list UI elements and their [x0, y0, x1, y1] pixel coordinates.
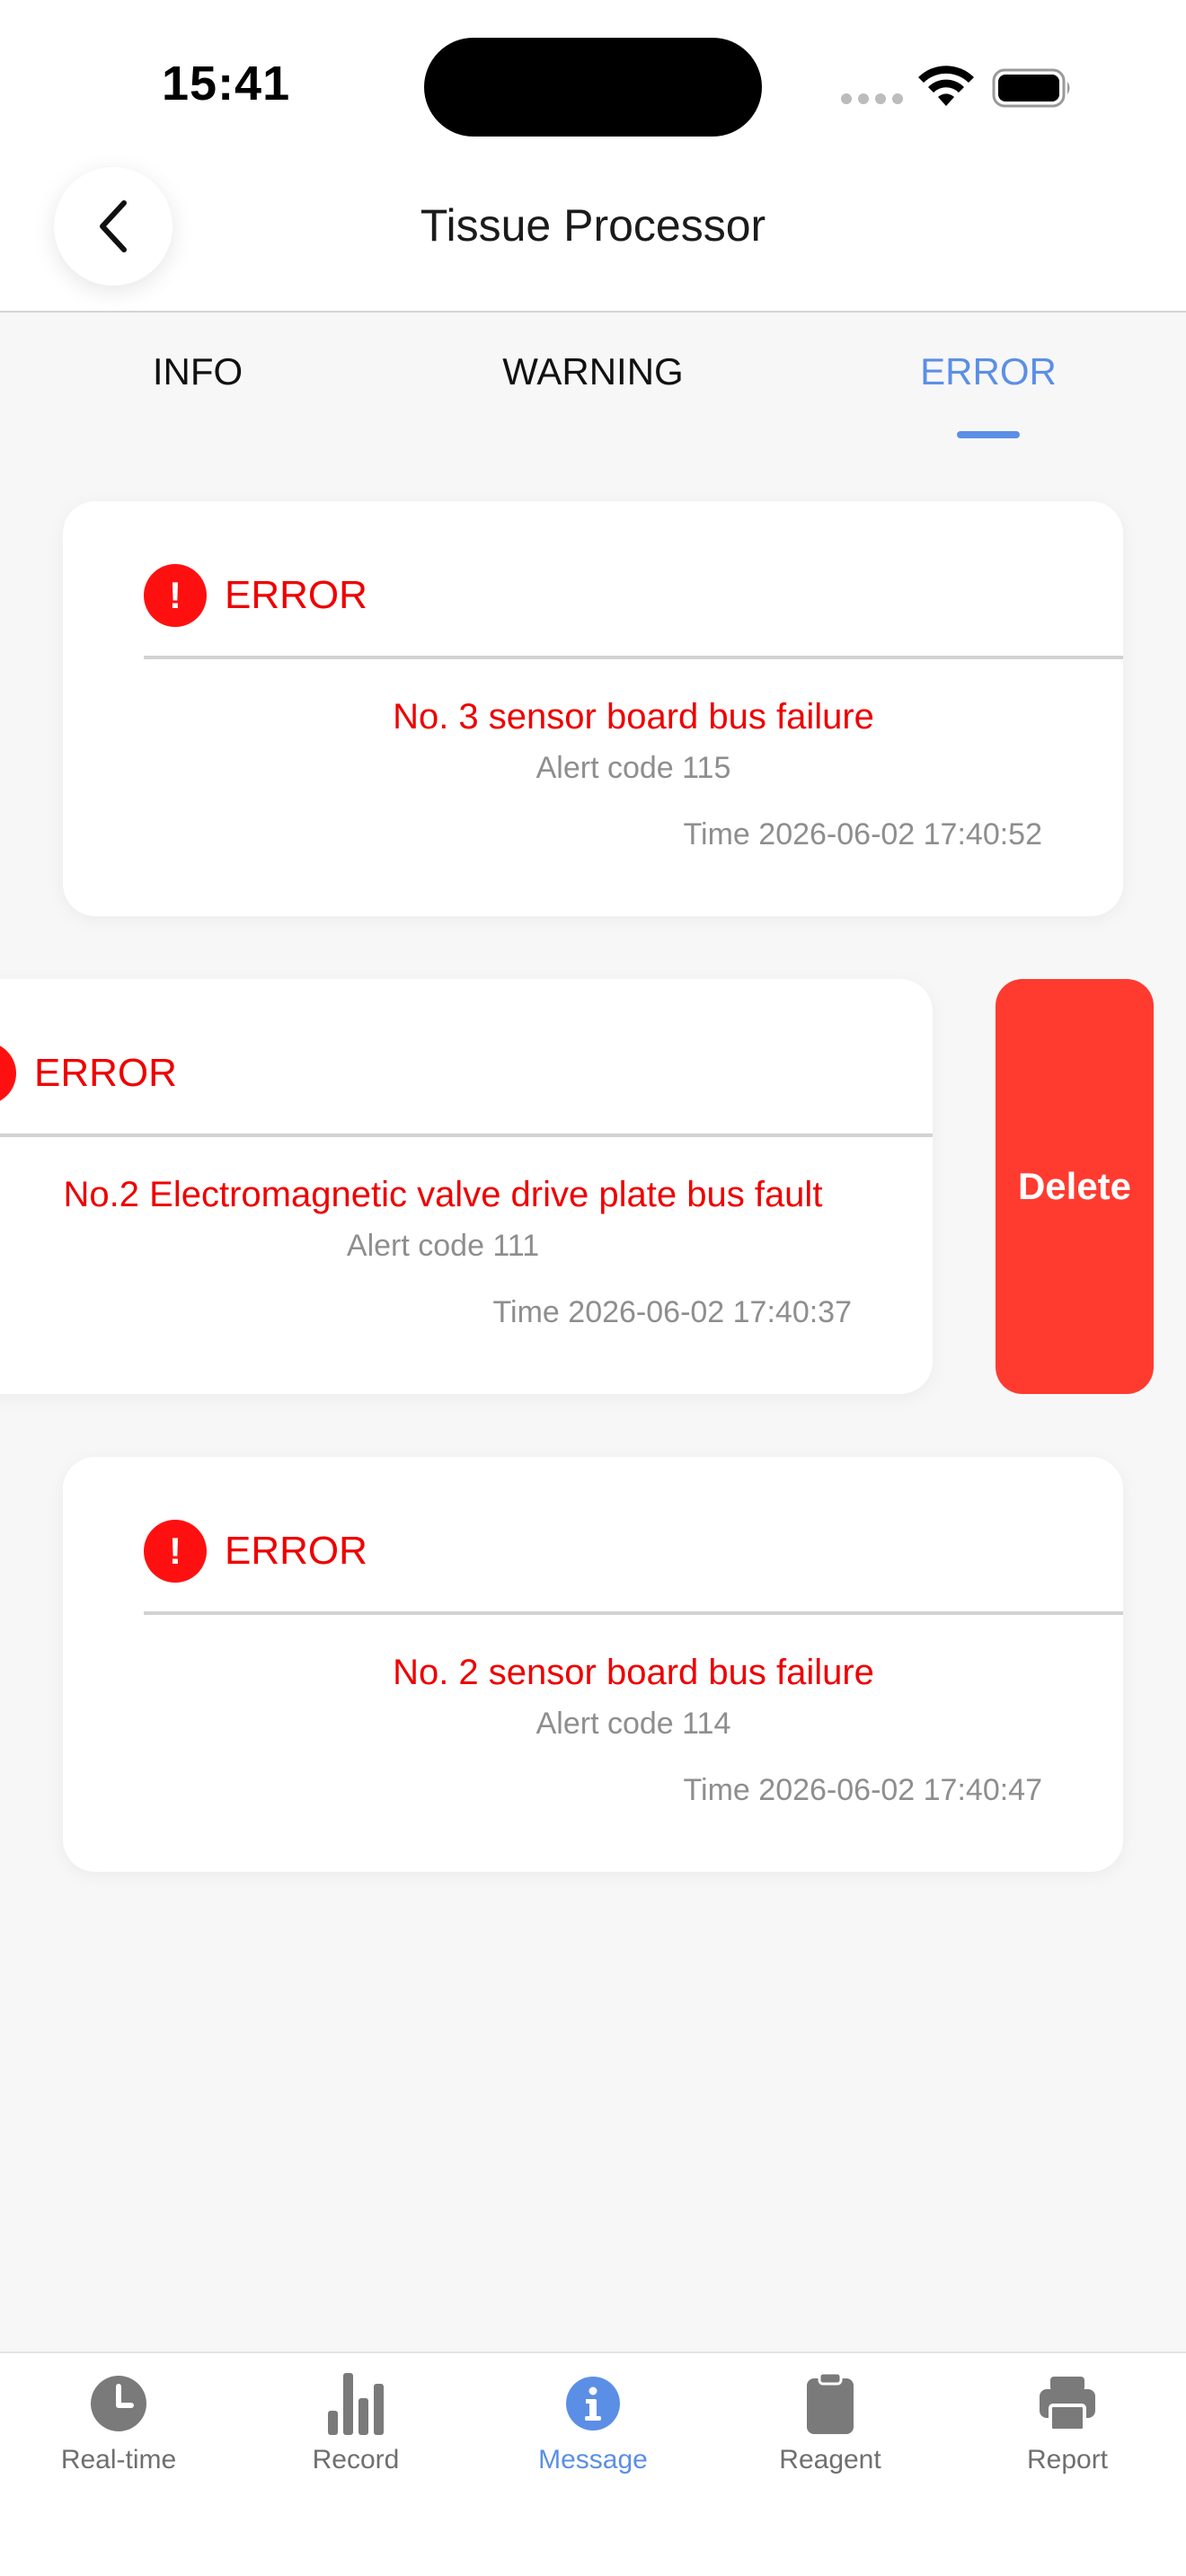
nav-label: Record	[312, 2445, 400, 2475]
card-header: ! ERROR	[0, 1042, 177, 1105]
message-text: No. 2 sensor board bus failure	[393, 1653, 874, 1692]
alert-code: Alert code 114	[535, 1707, 731, 1741]
header: 15:41 Tissue Processor	[0, 0, 1186, 313]
message-text: No.2 Electromagnetic valve drive plate b…	[63, 1175, 823, 1214]
message-time: Time 2026-06-02 17:40:47	[683, 1773, 1042, 1807]
clock-icon	[91, 2376, 146, 2431]
alert-code: Alert code 115	[535, 751, 731, 785]
error-icon: !	[144, 1520, 207, 1583]
battery-icon	[992, 68, 1070, 108]
nav-report[interactable]: Report	[949, 2369, 1186, 2513]
message-text: No. 3 sensor board bus failure	[393, 697, 874, 737]
level-label: ERROR	[225, 573, 367, 617]
clipboard-icon	[807, 2371, 854, 2434]
info-icon	[566, 2377, 620, 2430]
page-title: Tissue Processor	[420, 200, 766, 251]
app-screen: 15:41 Tissue Processor INFO WARNING ERRO…	[0, 0, 1186, 2576]
alert-code: Alert code 111	[346, 1229, 540, 1263]
active-tab-indicator	[957, 431, 1020, 438]
card-header: ! ERROR	[144, 564, 367, 627]
level-label: ERROR	[34, 1051, 177, 1095]
cellular-signal-icon	[841, 93, 903, 104]
nav-label: Reagent	[779, 2445, 881, 2475]
error-icon: !	[144, 564, 207, 627]
nav-label: Message	[538, 2445, 648, 2475]
tab-error[interactable]: ERROR	[791, 350, 1186, 393]
card-divider	[144, 656, 1123, 659]
dynamic-island	[424, 38, 762, 137]
delete-button[interactable]: Delete	[996, 979, 1154, 1394]
nav-record[interactable]: Record	[237, 2369, 474, 2513]
home-indicator	[395, 2547, 791, 2558]
card-divider	[0, 1134, 933, 1137]
printer-icon	[1040, 2377, 1095, 2432]
nav-label: Real-time	[60, 2445, 177, 2475]
tab-info[interactable]: INFO	[0, 350, 395, 393]
nav-message[interactable]: Message	[474, 2369, 712, 2513]
status-time: 15:41	[162, 57, 291, 110]
message-card[interactable]: ! ERROR No. 2 sensor board bus failure A…	[63, 1457, 1123, 1872]
bar-chart-icon	[328, 2373, 384, 2435]
level-label: ERROR	[225, 1529, 367, 1573]
bottom-nav: Real-time Record Message Reagent Report	[0, 2351, 1186, 2576]
nav-reagent[interactable]: Reagent	[712, 2369, 949, 2513]
message-time: Time 2026-06-02 17:40:52	[683, 817, 1042, 851]
nav-real-time[interactable]: Real-time	[0, 2369, 237, 2513]
nav-label: Report	[1026, 2445, 1109, 2475]
wifi-icon	[918, 66, 974, 106]
message-card[interactable]: ! ERROR No. 3 sensor board bus failure A…	[63, 501, 1123, 916]
level-tabs: INFO WARNING ERROR	[0, 314, 1186, 440]
message-card-swiped[interactable]: ! ERROR No.2 Electromagnetic valve drive…	[0, 979, 933, 1394]
error-icon: !	[0, 1042, 16, 1105]
message-time: Time 2026-06-02 17:40:37	[492, 1295, 852, 1329]
card-divider	[144, 1611, 1123, 1615]
tab-warning[interactable]: WARNING	[395, 350, 791, 393]
card-header: ! ERROR	[144, 1520, 367, 1583]
